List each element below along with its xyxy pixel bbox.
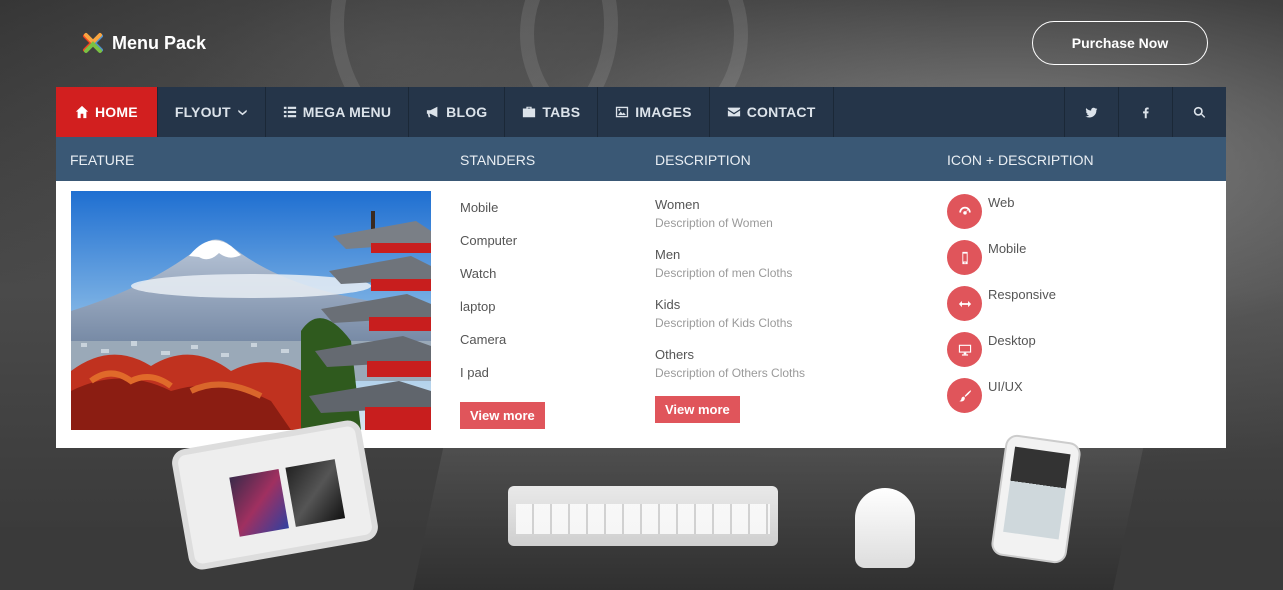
purchase-now-button[interactable]: Purchase Now [1032,21,1208,65]
nav-item-label: FLYOUT [174,104,231,120]
description-title: Women [655,197,700,212]
mount-fuji-pagoda-illustration [71,191,431,430]
description-column: Women Description of Women Men Descripti… [655,195,805,423]
description-subtitle: Description of Others Cloths [655,366,806,380]
icon-item-label: Desktop [988,333,1036,348]
heading-standers: STANDERS [460,152,536,168]
description-item[interactable]: Kids Description of Kids Cloths [655,295,805,332]
search-icon [1193,106,1206,118]
heading-feature: FEATURE [70,152,135,168]
description-item[interactable]: Women Description of Women [655,195,805,232]
arrows-h-icon [958,300,971,307]
facebook-icon [1143,107,1149,118]
icon-circle [947,378,982,413]
feature-image[interactable] [71,191,431,430]
briefcase-icon [523,106,536,118]
mega-menu-panel: FEATURE STANDERS DESCRIPTION ICON + DESC… [56,137,1226,448]
description-subtitle: Description of Women [655,216,773,230]
main-nav: HOME FLYOUT MEGA MENU BLOG TABS IMAGES C… [56,87,1226,137]
nav-item-images[interactable]: IMAGES [598,87,710,137]
nav-item-label: BLOG [446,104,488,120]
icon-item-mobile[interactable]: Mobile [947,237,1056,283]
twitter-button[interactable] [1064,87,1118,137]
icon-item-label: Responsive [988,287,1056,302]
nav-item-flyout[interactable]: FLYOUT [158,87,266,137]
mobile-icon [961,251,968,264]
standers-item[interactable]: Camera [460,323,545,356]
dashboard-icon [958,206,971,215]
icon-circle [947,240,982,275]
home-icon [75,105,89,119]
description-title: Men [655,247,681,262]
icon-item-label: UI/UX [988,379,1023,394]
nav-item-label: MEGA MENU [302,104,392,120]
heading-description: DESCRIPTION [655,152,751,168]
bullhorn-icon [427,106,438,118]
search-button[interactable] [1172,87,1226,137]
envelope-icon [727,107,740,117]
standers-item[interactable]: Watch [460,257,545,290]
description-item[interactable]: Men Description of men Cloths [655,245,805,282]
keyboard-image [508,486,778,546]
description-item[interactable]: Others Description of Others Cloths [655,345,805,382]
mouse-image [855,488,915,568]
image-icon [616,106,629,118]
standers-item[interactable]: Mobile [460,191,545,224]
description-subtitle: Description of Kids Cloths [655,316,793,330]
facebook-button[interactable] [1118,87,1172,137]
description-view-more-button[interactable]: View more [655,396,740,423]
standers-view-more-button[interactable]: View more [460,402,545,429]
logo[interactable]: Menu Pack [80,30,206,56]
description-title: Others [655,347,695,362]
description-subtitle: Description of men Cloths [655,266,793,280]
nav-item-label: HOME [95,104,138,120]
nav-item-mega-menu[interactable]: MEGA MENU [266,87,410,137]
icon-circle [947,332,982,367]
nav-item-label: CONTACT [746,104,816,120]
desktop-icon [958,344,971,356]
twitter-icon [1085,107,1098,118]
nav-item-tabs[interactable]: TABS [505,87,599,137]
icon-item-ui-ux[interactable]: UI/UX [947,375,1056,421]
description-title: Kids [655,297,681,312]
nav-item-blog[interactable]: BLOG [409,87,506,137]
icon-circle [947,286,982,321]
paint-brush-icon [958,389,971,401]
icon-item-label: Mobile [988,241,1027,256]
nav-item-label: IMAGES [635,104,692,120]
icon-item-label: Web [988,195,1015,210]
nav-item-home[interactable]: HOME [56,87,158,137]
icon-circle [947,194,982,229]
icon-item-desktop[interactable]: Desktop [947,329,1056,375]
standers-item[interactable]: laptop [460,290,545,323]
mega-menu-header: FEATURE STANDERS DESCRIPTION ICON + DESC… [56,137,1226,181]
nav-item-contact[interactable]: CONTACT [710,87,834,137]
standers-item[interactable]: Computer [460,224,545,257]
list-icon [283,106,296,118]
standers-item[interactable]: I pad [460,356,545,389]
icon-item-responsive[interactable]: Responsive [947,283,1056,329]
brand-name: Menu Pack [112,32,207,53]
chevron-down-icon [238,109,247,115]
standers-column: Mobile Computer Watch laptop Camera I pa… [460,191,545,429]
icon-description-column: Web Mobile Responsive Desktop UI/UX [947,191,1056,421]
nav-item-label: TABS [542,104,581,120]
heading-icon-description: ICON + DESCRIPTION [947,152,1094,168]
joomla-logo-icon [83,33,103,53]
icon-item-web[interactable]: Web [947,191,1056,237]
